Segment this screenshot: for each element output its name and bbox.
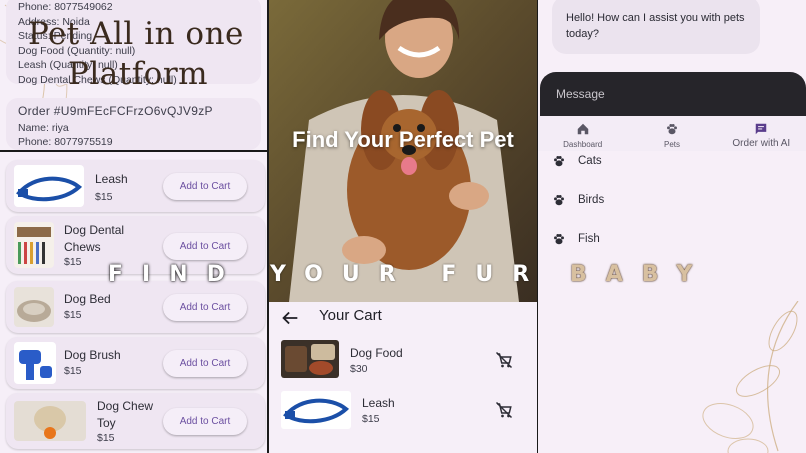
home-icon — [577, 123, 588, 135]
paw-icon — [554, 195, 564, 206]
product-name: Dog Brush — [64, 348, 121, 362]
add-to-cart-button[interactable]: Add to Cart — [163, 294, 247, 321]
paw-icon — [667, 124, 677, 135]
product-image-leash — [14, 165, 84, 207]
cart-item-image-leash — [281, 391, 351, 429]
floral-decoration — [702, 301, 799, 453]
product-price: $15 — [64, 365, 82, 377]
tagline-baby: BABY — [570, 262, 712, 287]
nav-label: Order with AI — [732, 138, 791, 149]
pet-category-label: Cats — [578, 155, 602, 167]
product-image-dental-chews — [14, 222, 54, 268]
cart-item-name: Dog Food — [350, 346, 403, 360]
product-card: Leash $15 Add to Cart — [6, 160, 265, 212]
message-input-placeholder: Message — [556, 87, 605, 101]
chat-panel: Hello! How can I assist you with pets to… — [538, 0, 806, 151]
cart-title: Your Cart — [319, 307, 382, 324]
pet-category-fish[interactable]: Fish — [552, 232, 600, 246]
product-image-chew-toy — [14, 401, 86, 441]
product-card: Dog Brush $15 Add to Cart — [6, 337, 265, 389]
cart-item-name: Leash — [362, 396, 395, 410]
chat-icon — [756, 123, 767, 135]
pet-category-cats[interactable]: Cats — [552, 154, 602, 168]
tagline-find: FIND — [108, 262, 244, 287]
cart-item-image-dog-food — [281, 340, 339, 378]
add-to-cart-button[interactable]: Add to Cart — [163, 350, 247, 377]
product-price: $15 — [97, 432, 115, 444]
remove-from-cart-icon[interactable] — [495, 401, 513, 419]
promo-title-line2: Platform — [68, 56, 209, 92]
order-id: Order #U9mFEcFCFrzO6vQJV9zP — [18, 104, 213, 118]
product-price: $15 — [64, 256, 82, 268]
product-name: Dog Dental Chews — [64, 223, 125, 254]
nav-label: Pets — [663, 140, 680, 149]
product-image-dog-bed — [14, 287, 54, 327]
tagline-your-fur: YOUR FUR — [270, 262, 549, 287]
orders-and-products-panel: Phone: 8077549062 Address: Noida Status:… — [0, 0, 267, 453]
cart-item-price: $30 — [350, 363, 368, 375]
product-image-dog-brush — [14, 342, 56, 384]
promo-title-line1: Pet All in one — [28, 16, 244, 52]
pet-category-label: Birds — [578, 194, 605, 206]
order-name: Name: riya — [18, 121, 69, 134]
paw-icon — [554, 234, 564, 245]
assistant-message: Hello! How can I assist you with pets to… — [552, 0, 760, 54]
paw-icon — [554, 156, 564, 167]
bottom-navigation: Dashboard Pets Order with AI — [538, 116, 806, 151]
product-price: $15 — [95, 191, 113, 203]
cart-item-price: $15 — [362, 413, 380, 425]
nav-label: Dashboard — [563, 140, 603, 149]
cart-panel: Your Cart Dog Food $30 Leash $15 — [269, 302, 537, 453]
product-name: Dog Chew Toy — [97, 399, 154, 430]
order-card: Order #U9mFEcFCFrzO6vQJV9zP Name: riya P… — [6, 98, 261, 150]
order-phone: Phone: 8077549062 — [18, 1, 113, 13]
pet-categories-panel: Cats Birds Fish — [538, 151, 806, 453]
nav-item-order-with-ai[interactable]: Order with AI — [717, 116, 806, 151]
add-to-cart-button[interactable]: Add to Cart — [163, 173, 247, 200]
add-to-cart-button[interactable]: Add to Cart — [163, 408, 247, 435]
pet-category-label: Fish — [578, 233, 600, 245]
product-name: Leash — [95, 172, 128, 186]
product-name: Dog Bed — [64, 292, 111, 306]
add-to-cart-button[interactable]: Add to Cart — [163, 233, 247, 260]
order-phone: Phone: 8077975519 — [18, 136, 113, 148]
pet-category-birds[interactable]: Birds — [552, 193, 604, 207]
product-card: Dog Bed $15 Add to Cart — [6, 281, 265, 333]
remove-from-cart-icon[interactable] — [495, 351, 513, 369]
product-price: $15 — [64, 309, 82, 321]
hero-title: Find Your Perfect Pet — [292, 127, 514, 152]
hero-banner: Find Your Perfect Pet — [269, 0, 537, 302]
back-arrow-icon[interactable] — [279, 307, 301, 329]
product-card: Dog Chew Toy $15 Add to Cart — [6, 393, 265, 449]
panel-divider — [0, 150, 267, 152]
nav-item-dashboard[interactable]: Dashboard — [538, 116, 627, 151]
message-input[interactable]: Message — [540, 72, 806, 118]
nav-item-pets[interactable]: Pets — [627, 116, 716, 151]
